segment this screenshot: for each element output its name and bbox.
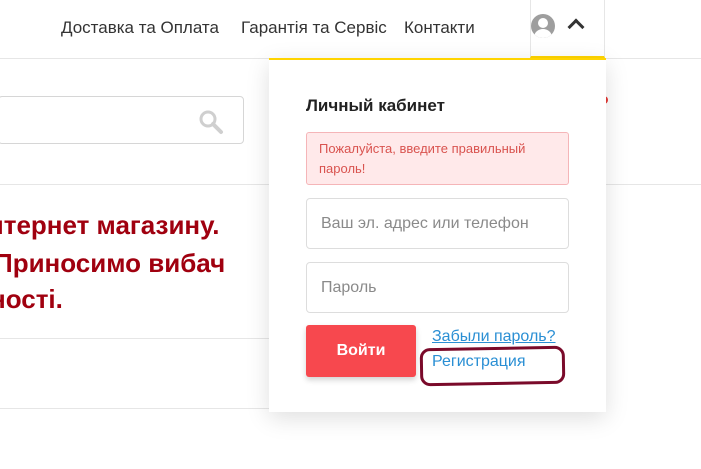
email-or-phone-field[interactable] (306, 198, 569, 249)
login-error-alert: Пожалуйста, введите правильный пароль! (306, 132, 569, 185)
user-avatar-icon (531, 14, 555, 38)
avatar-head (538, 18, 548, 28)
page: Доставка та Оплата Гарантія та Сервіс Ко… (0, 0, 701, 469)
nav-link-contacts[interactable]: Контакти (404, 18, 475, 38)
login-button[interactable]: Войти (306, 325, 416, 377)
nav-link-delivery[interactable]: Доставка та Оплата (61, 18, 219, 38)
search-icon[interactable] (198, 109, 224, 135)
top-navigation: Доставка та Оплата Гарантія та Сервіс Ко… (0, 0, 701, 59)
promo-text-line: ності. (0, 284, 63, 314)
chevron-up-icon[interactable] (567, 18, 585, 36)
promo-text-line: Приносимо вибач (0, 248, 226, 278)
password-field[interactable] (306, 262, 569, 313)
nav-link-warranty[interactable]: Гарантія та Сервіс (241, 18, 387, 38)
promo-text-line: нтернет магазину. (0, 210, 220, 240)
divider (0, 408, 270, 409)
register-highlight-annotation (419, 345, 566, 387)
forgot-password-link[interactable]: Забыли пароль? (432, 328, 556, 346)
avatar-body (534, 29, 552, 38)
search-input[interactable] (0, 96, 244, 144)
divider (0, 338, 270, 339)
account-toggle[interactable] (530, 0, 605, 58)
login-title: Личный кабинет (306, 96, 445, 115)
